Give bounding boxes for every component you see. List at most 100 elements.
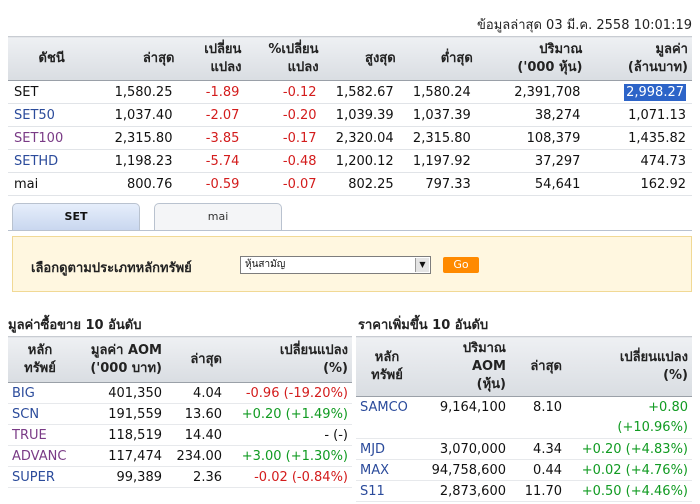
- col-volume: ปริมาณ ('000 หุ้น): [476, 36, 587, 81]
- index-row-sethd: SETHD 1,198.23 -5.74 -0.48 1,200.12 1,19…: [8, 149, 692, 173]
- aom-value: 191,559: [72, 403, 166, 425]
- index-change: -2.07: [178, 103, 246, 127]
- top-value-row: BIG 401,350 4.04 -0.96 (-19.20%): [8, 382, 352, 404]
- index-volume: 108,379: [476, 126, 587, 150]
- top-gainers-title: ราคาเพิ่มขึ้น 10 อันดับ: [358, 318, 489, 333]
- price-change: +0.20 (+1.49%): [226, 403, 352, 425]
- aom-value: 99,389: [72, 466, 166, 488]
- index-low: 797.33: [399, 172, 477, 196]
- tab-divider: [8, 230, 692, 231]
- symbol-link[interactable]: BIG: [8, 382, 72, 404]
- index-high: 1,039.39: [322, 103, 400, 127]
- col-pct-change-label: %เปลี่ยน แปลง: [268, 41, 319, 75]
- last-price: 11.70: [510, 480, 566, 502]
- col-low: ต่ำสุด: [399, 36, 477, 81]
- index-volume: 38,274: [476, 103, 587, 127]
- tab-set[interactable]: SET: [12, 203, 140, 230]
- index-row-mai: mai 800.76 -0.59 -0.07 802.25 797.33 54,…: [8, 172, 692, 196]
- index-low: 1,037.39: [399, 103, 477, 127]
- aom-value: 117,474: [72, 445, 166, 467]
- price-change: +3.00 (+1.30%): [226, 445, 352, 467]
- col-change-label: เปลี่ยนแปลง (%): [279, 342, 348, 376]
- symbol-link[interactable]: SUPER: [8, 466, 72, 488]
- col-low-label: ต่ำสุด: [440, 50, 473, 66]
- col-change-label: เปลี่ยน แปลง: [204, 41, 242, 75]
- index-name[interactable]: mai: [8, 172, 96, 196]
- top-gainer-row: S11 2,873,600 11.70 +0.50 (+4.46%): [356, 480, 692, 502]
- col-aom-label: มูลค่า AOM ('000 บาท): [90, 342, 162, 376]
- top-value-row: SUPER 99,389 2.36 -0.02 (-0.84%): [8, 466, 352, 488]
- price-change: -0.96 (-19.20%): [226, 382, 352, 404]
- index-pct-change: -0.48: [245, 149, 323, 173]
- index-high: 802.25: [322, 172, 400, 196]
- price-change: -0.02 (-0.84%): [226, 466, 352, 488]
- symbol-link[interactable]: S11: [356, 480, 418, 502]
- col-last-label: ล่าสุด: [142, 50, 175, 66]
- last-price: 2.36: [166, 466, 226, 488]
- col-change: เปลี่ยนแปลง (%): [566, 336, 692, 397]
- filter-label: เลือกดูตามประเภทหลักทรัพย์: [31, 261, 192, 276]
- col-aom-volume: ปริมาณ AOM (หุ้น): [418, 336, 510, 397]
- index-name-link[interactable]: SET50: [8, 103, 96, 127]
- index-value-selected[interactable]: 2,998.27: [624, 83, 686, 101]
- col-change: เปลี่ยน แปลง: [178, 36, 246, 81]
- index-value: 1,435.82: [586, 126, 692, 150]
- chevron-down-icon[interactable]: ▼: [415, 258, 429, 272]
- last-price: 234.00: [166, 445, 226, 467]
- top-value-table: หลัก ทรัพย์ มูลค่า AOM ('000 บาท) ล่าสุด…: [8, 336, 352, 488]
- go-button[interactable]: Go: [443, 257, 479, 273]
- col-index-label: ดัชนี: [38, 50, 65, 66]
- last-updated-text: ข้อมูลล่าสุด 03 มี.ค. 2558 10:01:19: [477, 18, 692, 33]
- col-volume-label: ปริมาณ ('000 หุ้น): [517, 41, 583, 75]
- col-symbol-label: หลัก ทรัพย์: [371, 349, 403, 383]
- market-tabs: SET mai: [12, 203, 692, 231]
- top-value-row: SCN 191,559 13.60 +0.20 (+1.49%): [8, 403, 352, 425]
- index-volume: 54,641: [476, 172, 587, 196]
- symbol-link[interactable]: SAMCO: [356, 396, 418, 439]
- last-price: 4.04: [166, 382, 226, 404]
- index-name-link[interactable]: SET100: [8, 126, 96, 150]
- index-last: 1,037.40: [95, 103, 179, 127]
- index-value: 1,071.13: [586, 103, 692, 127]
- symbol-link[interactable]: MAX: [356, 459, 418, 481]
- col-last: ล่าสุด: [95, 36, 179, 81]
- index-pct-change: -0.20: [245, 103, 323, 127]
- index-last: 1,198.23: [95, 149, 179, 173]
- col-symbol: หลัก ทรัพย์: [8, 336, 72, 383]
- index-high: 1,582.67: [322, 80, 400, 104]
- aom-volume: 3,070,000: [418, 438, 510, 460]
- aom-volume: 94,758,600: [418, 459, 510, 481]
- price-change-amount: +0.80: [648, 399, 688, 415]
- index-change: -5.74: [178, 149, 246, 173]
- col-high: สูงสุด: [322, 36, 400, 81]
- symbol-link[interactable]: TRUE: [8, 424, 72, 446]
- price-change: - (-): [226, 424, 352, 446]
- index-low: 2,315.80: [399, 126, 477, 150]
- col-index: ดัชนี: [8, 36, 96, 81]
- security-type-select[interactable]: หุ้นสามัญ ▼: [240, 256, 431, 274]
- symbol-link[interactable]: MJD: [356, 438, 418, 460]
- index-last: 800.76: [95, 172, 179, 196]
- index-pct-change: -0.17: [245, 126, 323, 150]
- index-name-link[interactable]: SETHD: [8, 149, 96, 173]
- top-value-row: TRUE 118,519 14.40 - (-): [8, 424, 352, 446]
- index-row-set50: SET50 1,037.40 -2.07 -0.20 1,039.39 1,03…: [8, 103, 692, 127]
- top-gainers-header: หลัก ทรัพย์ ปริมาณ AOM (หุ้น) ล่าสุด เปล…: [356, 336, 692, 397]
- aom-volume: 9,164,100: [418, 396, 510, 439]
- top-value-title: มูลค่าซื้อขาย 10 อันดับ: [8, 318, 142, 333]
- symbol-link[interactable]: SCN: [8, 403, 72, 425]
- col-change-label: เปลี่ยนแปลง (%): [619, 349, 688, 383]
- index-name[interactable]: SET: [8, 80, 96, 104]
- index-value: 474.73: [586, 149, 692, 173]
- index-volume: 37,297: [476, 149, 587, 173]
- tab-mai[interactable]: mai: [154, 203, 282, 230]
- price-change: +0.80 (+10.96%): [566, 396, 692, 439]
- symbol-link[interactable]: ADVANC: [8, 445, 72, 467]
- index-row-set: SET 1,580.25 -1.89 -0.12 1,582.67 1,580.…: [8, 80, 692, 104]
- top-gainer-row: MAX 94,758,600 0.44 +0.02 (+4.76%): [356, 459, 692, 481]
- col-high-label: สูงสุด: [365, 50, 396, 66]
- index-high: 1,200.12: [322, 149, 400, 173]
- last-price: 8.10: [510, 396, 566, 439]
- col-last: ล่าสุด: [510, 336, 566, 397]
- aom-volume: 2,873,600: [418, 480, 510, 502]
